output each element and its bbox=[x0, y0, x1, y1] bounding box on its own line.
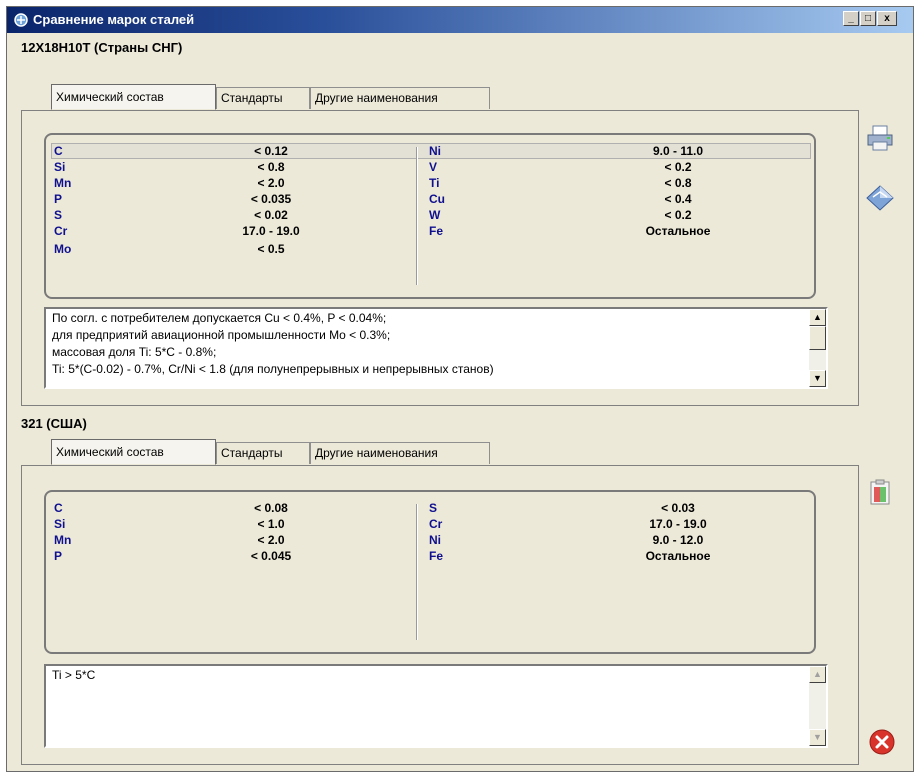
element-name: C bbox=[54, 144, 63, 158]
close-window-button[interactable]: x bbox=[877, 11, 897, 26]
element-value: 9.0 - 12.0 bbox=[652, 533, 704, 547]
element-name: Cr bbox=[54, 224, 68, 238]
composition-group-1: C < 0.12 Si < 0.8 Mn < 2.0 P < 0.035 S <… bbox=[44, 133, 816, 299]
element-name: Cr bbox=[429, 517, 443, 531]
element-value: Остальное bbox=[645, 549, 711, 563]
element-value: < 2.0 bbox=[257, 176, 285, 190]
note-line: Ti: 5*(C-0.02) - 0.7%, Cr/Ni < 1.8 (для … bbox=[52, 362, 494, 376]
title-bar[interactable]: Сравнение марок сталей bbox=[7, 7, 913, 33]
element-name: Ni bbox=[429, 533, 441, 547]
app-icon bbox=[13, 12, 29, 28]
element-value: < 0.02 bbox=[254, 208, 288, 222]
element-name: Mn bbox=[54, 533, 72, 547]
steel-grade-title-1: 12Х18Н10Т (Страны СНГ) bbox=[21, 40, 183, 55]
note-line: Ti > 5*C bbox=[52, 668, 96, 682]
scroll-down-button[interactable]: ▼ bbox=[809, 370, 826, 387]
column-divider bbox=[416, 147, 418, 285]
element-name: Si bbox=[54, 517, 66, 531]
element-name: Mo bbox=[54, 242, 72, 256]
tab-standards-1[interactable]: Стандарты bbox=[216, 87, 310, 109]
element-name: S bbox=[429, 501, 438, 515]
close-icon[interactable] bbox=[867, 727, 897, 757]
element-value: < 0.2 bbox=[664, 208, 692, 222]
element-value: Остальное bbox=[645, 224, 711, 238]
scroll-down-button[interactable]: ▼ bbox=[809, 729, 826, 746]
scroll-thumb[interactable] bbox=[809, 326, 826, 350]
element-name: Fe bbox=[429, 224, 444, 238]
element-value: < 0.12 bbox=[254, 144, 288, 158]
steel-grade-title-2: 321 (США) bbox=[21, 416, 87, 431]
scroll-up-button[interactable]: ▲ bbox=[809, 666, 826, 683]
element-name: Cu bbox=[429, 192, 445, 206]
column-divider bbox=[416, 504, 418, 640]
note-line: По согл. с потребителем допускается Cu <… bbox=[52, 311, 387, 325]
note-line: для предприятий авиационной промышленнос… bbox=[52, 328, 391, 342]
element-value: < 0.045 bbox=[250, 549, 292, 563]
element-name: P bbox=[54, 549, 63, 563]
scroll-up-button[interactable]: ▲ bbox=[809, 309, 826, 326]
tab-chemical-composition-2[interactable]: Химический состав bbox=[51, 439, 216, 465]
window-title: Сравнение марок сталей bbox=[33, 12, 195, 27]
element-value: < 0.08 bbox=[254, 501, 288, 515]
diamond-icon[interactable] bbox=[865, 183, 895, 213]
element-name: V bbox=[429, 160, 438, 174]
notes-textarea-1[interactable]: По согл. с потребителем допускается Cu <… bbox=[44, 307, 828, 389]
maximize-button[interactable]: □ bbox=[860, 11, 876, 26]
element-value: < 0.2 bbox=[664, 160, 692, 174]
printer-icon[interactable] bbox=[865, 123, 895, 153]
notes-textarea-2[interactable]: Ti > 5*C ▲ ▼ bbox=[44, 664, 828, 748]
clipboard-icon[interactable] bbox=[865, 477, 895, 507]
element-value: < 0.03 bbox=[661, 501, 695, 515]
element-name: Ni bbox=[429, 144, 441, 158]
note-line: массовая доля Ti: 5*C - 0.8%; bbox=[52, 345, 217, 359]
element-name: Ti bbox=[429, 176, 440, 190]
element-value: 17.0 - 19.0 bbox=[649, 517, 707, 531]
element-value: 17.0 - 19.0 bbox=[242, 224, 300, 238]
tab-other-names-2[interactable]: Другие наименования bbox=[310, 442, 490, 464]
element-value: < 0.8 bbox=[257, 160, 285, 174]
element-value: < 1.0 bbox=[257, 517, 285, 531]
element-name: Fe bbox=[429, 549, 444, 563]
element-name: P bbox=[54, 192, 63, 206]
composition-group-2: C < 0.08 Si < 1.0 Mn < 2.0 P < 0.045 S <… bbox=[44, 490, 816, 654]
tab-standards-2[interactable]: Стандарты bbox=[216, 442, 310, 464]
minimize-button[interactable]: _ bbox=[843, 11, 859, 26]
element-name: C bbox=[54, 501, 63, 515]
tab-panel-2: C < 0.08 Si < 1.0 Mn < 2.0 P < 0.045 S <… bbox=[21, 465, 859, 765]
notes-scrollbar-2[interactable]: ▲ ▼ bbox=[809, 666, 826, 746]
element-value: < 0.8 bbox=[664, 176, 692, 190]
element-name: Mn bbox=[54, 176, 72, 190]
element-value: < 0.035 bbox=[250, 192, 292, 206]
element-name: Si bbox=[54, 160, 66, 174]
element-value: < 0.4 bbox=[664, 192, 692, 206]
element-value: 9.0 - 11.0 bbox=[652, 144, 704, 158]
notes-scrollbar-1[interactable]: ▲ ▼ bbox=[809, 309, 826, 387]
element-name: W bbox=[429, 208, 441, 222]
tab-chemical-composition-1[interactable]: Химический состав bbox=[51, 84, 216, 110]
compare-window: Сравнение марок сталей _ □ x 12Х18Н10Т (… bbox=[6, 6, 914, 772]
tab-panel-1: C < 0.12 Si < 0.8 Mn < 2.0 P < 0.035 S <… bbox=[21, 110, 859, 406]
tab-other-names-1[interactable]: Другие наименования bbox=[310, 87, 490, 109]
element-name: S bbox=[54, 208, 63, 222]
element-value: < 2.0 bbox=[257, 533, 285, 547]
element-value: < 0.5 bbox=[257, 242, 285, 256]
